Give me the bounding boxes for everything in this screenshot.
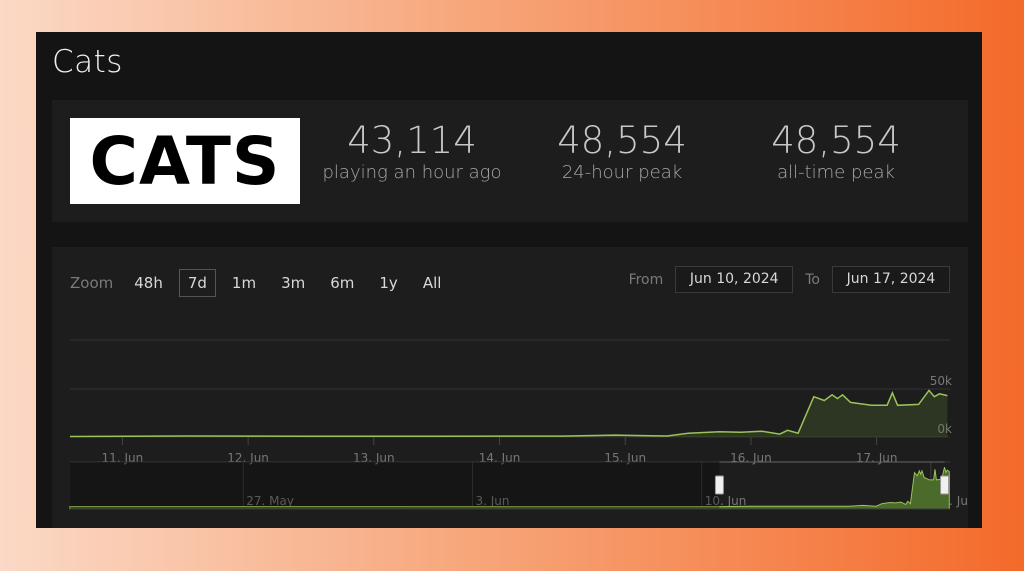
stat-label: 24-hour peak bbox=[561, 162, 683, 183]
stat-value: 48,554 bbox=[771, 119, 901, 162]
game-panel: Cats CATS 43,114 playing an hour ago 48,… bbox=[36, 32, 982, 528]
stat-value: 48,554 bbox=[557, 119, 687, 162]
game-logo: CATS bbox=[70, 118, 300, 204]
stat-label: playing an hour ago bbox=[322, 162, 502, 183]
y-tick-label: 50k bbox=[930, 374, 952, 388]
stat-24h-peak: 48,554 24-hour peak bbox=[522, 119, 722, 184]
stat-value: 43,114 bbox=[347, 119, 477, 162]
stat-current: 43,114 playing an hour ago bbox=[312, 119, 512, 184]
stat-label: all-time peak bbox=[777, 162, 895, 183]
navigator-handle-right[interactable] bbox=[940, 475, 950, 495]
page-title: Cats bbox=[52, 44, 123, 80]
navigator-handle-left[interactable] bbox=[714, 475, 724, 495]
chart-container: Zoom 48h 7d 1m 3m 6m 1y All From Jun 10,… bbox=[52, 247, 968, 528]
logo-text: CATS bbox=[89, 122, 281, 200]
x-tick-label: 17. Jun bbox=[856, 451, 898, 465]
x-tick-label: 16. Jun bbox=[730, 451, 772, 465]
player-count-chart: 0k50k11. Jun12. Jun13. Jun14. Jun15. Jun… bbox=[69, 339, 968, 510]
stat-all-time-peak: 48,554 all-time peak bbox=[736, 119, 936, 184]
navigator-mask-left bbox=[70, 462, 720, 509]
stats-bar: CATS 43,114 playing an hour ago 48,554 2… bbox=[52, 100, 968, 222]
